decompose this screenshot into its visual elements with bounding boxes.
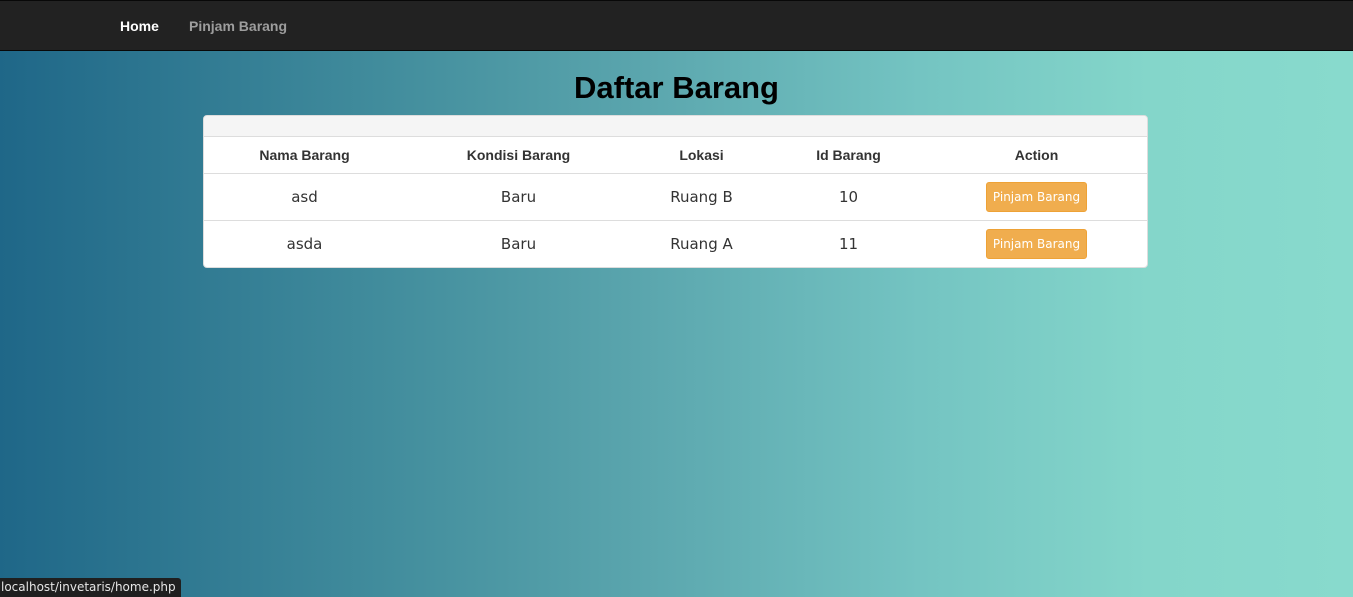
nav-pinjam-barang-link[interactable]: Pinjam Barang: [189, 18, 287, 34]
cell-nama-barang: asda: [286, 235, 323, 253]
table-row: asd Baru Ruang B 10 Pinjam Barang: [204, 173, 1147, 221]
cell-kondisi-barang: Baru: [500, 235, 537, 253]
table-header-row: Nama Barang Kondisi Barang Lokasi Id Bar…: [204, 137, 1147, 174]
header-lokasi: Lokasi: [632, 137, 771, 174]
cell-lokasi: Ruang B: [632, 173, 771, 221]
page-title: Daftar Barang: [574, 70, 779, 105]
cell-action: Pinjam Barang: [926, 221, 1147, 268]
cell-nama-barang: asd: [204, 173, 405, 221]
status-bar-url: localhost/invetaris/home.php: [0, 578, 181, 597]
cell-action: Pinjam Barang: [926, 173, 1147, 221]
panel-heading: [204, 116, 1147, 137]
items-panel: Nama Barang Kondisi Barang Lokasi Id Bar…: [203, 115, 1148, 268]
cell-id-barang: 11: [838, 235, 859, 253]
header-nama-barang: Nama Barang: [204, 137, 405, 174]
pinjam-barang-button[interactable]: Pinjam Barang: [986, 229, 1087, 259]
nav-home-link[interactable]: Home: [120, 18, 159, 34]
cell-id-barang: 10: [771, 173, 926, 221]
cell-kondisi-barang: Baru: [405, 173, 632, 221]
cell-lokasi: Ruang A: [670, 235, 733, 253]
table-row: asda Baru Ruang A 11 Pinjam Barang: [204, 221, 1147, 268]
top-navbar: Home Pinjam Barang: [0, 0, 1353, 51]
header-action: Action: [926, 137, 1147, 174]
header-kondisi-barang: Kondisi Barang: [405, 137, 632, 174]
pinjam-barang-button[interactable]: Pinjam Barang: [986, 182, 1087, 212]
items-table: Nama Barang Kondisi Barang Lokasi Id Bar…: [204, 137, 1147, 267]
header-id-barang: Id Barang: [771, 137, 926, 174]
